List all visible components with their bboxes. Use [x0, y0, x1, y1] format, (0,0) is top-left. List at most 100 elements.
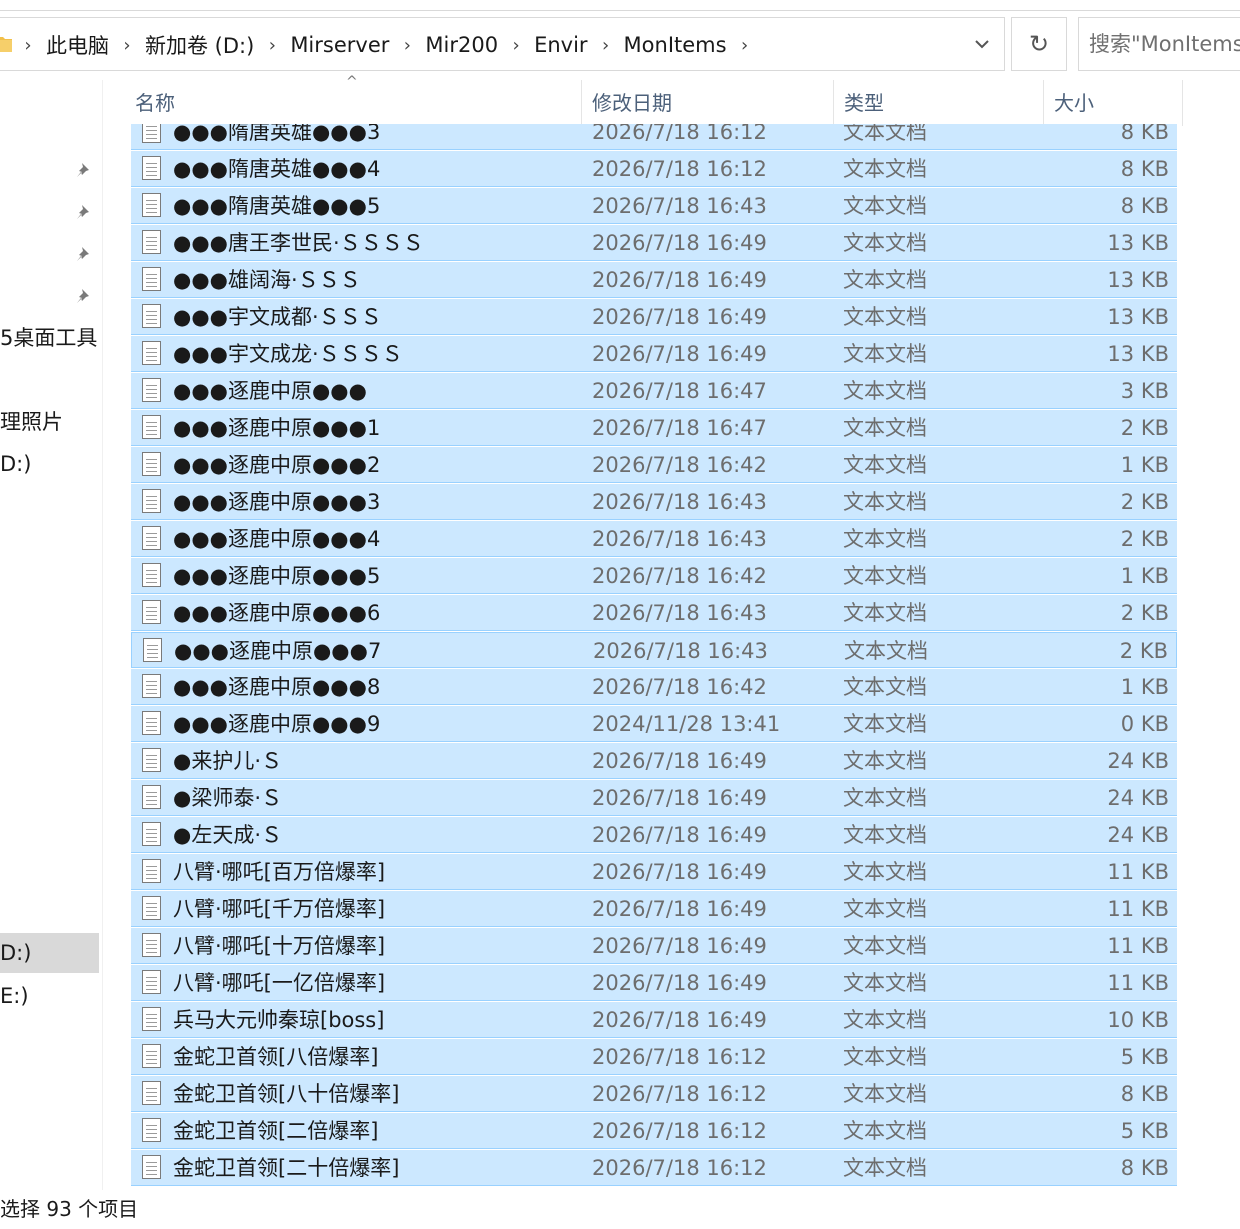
pin-icon[interactable] [74, 286, 94, 306]
file-size: 11 KB [1107, 860, 1169, 884]
column-header-date[interactable]: 修改日期 [582, 80, 833, 126]
chevron-right-icon[interactable]: › [399, 35, 415, 56]
file-size: 24 KB [1107, 823, 1169, 847]
chevron-down-icon[interactable] [960, 18, 1004, 70]
file-size: 11 KB [1107, 971, 1169, 995]
breadcrumb-envir[interactable]: Envir [524, 33, 597, 57]
chevron-right-icon[interactable]: › [20, 35, 36, 56]
chevron-right-icon[interactable]: › [737, 35, 753, 56]
file-name: ●●●逐鹿中原●●●8 [173, 675, 381, 699]
file-name: ●●●逐鹿中原●●●1 [173, 416, 381, 440]
file-row[interactable]: 八臂·哪吒[一亿倍爆率] 2026/7/18 16:49 文本文档 11 KB [131, 965, 1177, 1001]
file-date: 2026/7/18 16:49 [592, 749, 767, 773]
file-type: 文本文档 [843, 971, 927, 995]
nav-item-photos[interactable]: 理照片 [0, 402, 99, 442]
file-row[interactable]: ●●●逐鹿中原●●● 2026/7/18 16:47 文本文档 3 KB [131, 373, 1177, 409]
text-file-icon [142, 415, 161, 439]
column-header-type[interactable]: 类型 [834, 80, 1043, 126]
chevron-right-icon[interactable]: › [508, 35, 524, 56]
column-header-size[interactable]: 大小 [1044, 80, 1182, 126]
file-type: 文本文档 [843, 712, 927, 736]
file-size: 3 KB [1120, 379, 1169, 403]
file-row[interactable]: ●●●雄阔海·ＳＳＳ 2026/7/18 16:49 文本文档 13 KB [131, 262, 1177, 298]
file-row[interactable]: ●●●宇文成都·ＳＳＳ 2026/7/18 16:49 文本文档 13 KB [131, 299, 1177, 335]
file-row[interactable]: 金蛇卫首领[二倍爆率] 2026/7/18 16:12 文本文档 5 KB [131, 1113, 1177, 1149]
file-row[interactable]: 金蛇卫首领[八倍爆率] 2026/7/18 16:12 文本文档 5 KB [131, 1039, 1177, 1075]
file-type: 文本文档 [843, 860, 927, 884]
file-row[interactable]: ●左天成·Ｓ 2026/7/18 16:49 文本文档 24 KB [131, 817, 1177, 853]
file-date: 2024/11/28 13:41 [592, 712, 781, 736]
file-row[interactable]: ●●●逐鹿中原●●●2 2026/7/18 16:42 文本文档 1 KB [131, 447, 1177, 483]
breadcrumb: › 此电脑 › 新加卷 (D:) › Mirserver › Mir200 › … [20, 18, 753, 72]
file-row[interactable]: ●梁师泰·Ｓ 2026/7/18 16:49 文本文档 24 KB [131, 780, 1177, 816]
file-name: 金蛇卫首领[八倍爆率] [173, 1045, 379, 1069]
nav-item-drive-d[interactable]: D:) [0, 933, 99, 973]
nav-item-drive-e[interactable]: E:) [0, 976, 99, 1016]
nav-item-desktop-tools[interactable]: 5桌面工具 [0, 318, 99, 358]
search-input[interactable]: 搜索"MonItems" [1078, 17, 1240, 71]
file-size: 11 KB [1107, 897, 1169, 921]
pin-icon[interactable] [74, 160, 94, 180]
text-file-icon [142, 785, 161, 809]
breadcrumb-this-pc[interactable]: 此电脑 [36, 30, 119, 60]
breadcrumb-volume[interactable]: 新加卷 (D:) [135, 30, 264, 60]
text-file-icon [142, 1155, 161, 1179]
file-size: 5 KB [1120, 1119, 1169, 1143]
file-size: 24 KB [1107, 786, 1169, 810]
file-date: 2026/7/18 16:49 [592, 971, 767, 995]
file-row[interactable]: ●来护儿·Ｓ 2026/7/18 16:49 文本文档 24 KB [131, 743, 1177, 779]
column-divider[interactable] [1182, 80, 1183, 126]
file-row[interactable]: 八臂·哪吒[千万倍爆率] 2026/7/18 16:49 文本文档 11 KB [131, 891, 1177, 927]
file-row[interactable]: 金蛇卫首领[八十倍爆率] 2026/7/18 16:12 文本文档 8 KB [131, 1076, 1177, 1112]
file-row[interactable]: ●●●宇文成龙·ＳＳＳＳ 2026/7/18 16:49 文本文档 13 KB [131, 336, 1177, 372]
file-name: ●●●宇文成龙·ＳＳＳＳ [173, 342, 403, 366]
file-name: ●●●逐鹿中原●●●7 [174, 639, 382, 663]
breadcrumb-monitems[interactable]: MonItems [614, 33, 737, 57]
chevron-right-icon[interactable]: › [598, 35, 614, 56]
file-size: 2 KB [1120, 601, 1169, 625]
address-bar[interactable]: › 此电脑 › 新加卷 (D:) › Mirserver › Mir200 › … [0, 17, 1005, 71]
file-size: 13 KB [1107, 305, 1169, 329]
pin-icon[interactable] [74, 202, 94, 222]
file-row[interactable]: ●●●唐王李世民·ＳＳＳＳ 2026/7/18 16:49 文本文档 13 KB [131, 225, 1177, 261]
file-row-focused[interactable]: ●●●逐鹿中原●●●7 2026/7/18 16:43 文本文档 2 KB [131, 632, 1177, 668]
chevron-right-icon[interactable]: › [264, 35, 280, 56]
file-row[interactable]: ●●●隋唐英雄●●●4 2026/7/18 16:12 文本文档 8 KB [131, 151, 1177, 187]
file-date: 2026/7/18 16:49 [592, 934, 767, 958]
file-row[interactable]: ●●●逐鹿中原●●●4 2026/7/18 16:43 文本文档 2 KB [131, 521, 1177, 557]
file-type: 文本文档 [843, 453, 927, 477]
text-file-icon [142, 156, 161, 180]
file-date: 2026/7/18 16:43 [592, 490, 767, 514]
pane-divider[interactable] [102, 80, 103, 1190]
file-size: 1 KB [1120, 453, 1169, 477]
file-name: 八臂·哪吒[百万倍爆率] [173, 860, 386, 884]
file-row[interactable]: 八臂·哪吒[十万倍爆率] 2026/7/18 16:49 文本文档 11 KB [131, 928, 1177, 964]
text-file-icon [142, 304, 161, 328]
file-row[interactable]: 金蛇卫首领[二十倍爆率] 2026/7/18 16:12 文本文档 8 KB [131, 1150, 1177, 1186]
pin-icon[interactable] [74, 244, 94, 264]
nav-item-drive-d-quick[interactable]: D:) [0, 444, 99, 484]
breadcrumb-mirserver[interactable]: Mirserver [280, 33, 399, 57]
file-row[interactable]: ●●●隋唐英雄●●●5 2026/7/18 16:43 文本文档 8 KB [131, 188, 1177, 224]
refresh-button[interactable]: ↻ [1011, 17, 1067, 71]
file-row[interactable]: ●●●逐鹿中原●●●9 2024/11/28 13:41 文本文档 0 KB [131, 706, 1177, 742]
file-date: 2026/7/18 16:43 [593, 639, 768, 663]
file-row[interactable]: ●●●逐鹿中原●●●8 2026/7/18 16:42 文本文档 1 KB [131, 669, 1177, 705]
file-name: ●梁师泰·Ｓ [173, 786, 282, 810]
chevron-right-icon[interactable]: › [119, 35, 135, 56]
text-file-icon [142, 933, 161, 957]
file-row[interactable]: ●●●逐鹿中原●●●3 2026/7/18 16:43 文本文档 2 KB [131, 484, 1177, 520]
breadcrumb-mir200[interactable]: Mir200 [415, 33, 508, 57]
file-row[interactable]: ●●●逐鹿中原●●●1 2026/7/18 16:47 文本文档 2 KB [131, 410, 1177, 446]
file-row[interactable]: 八臂·哪吒[百万倍爆率] 2026/7/18 16:49 文本文档 11 KB [131, 854, 1177, 890]
file-row[interactable]: 兵马大元帅秦琼[boss] 2026/7/18 16:49 文本文档 10 KB [131, 1002, 1177, 1038]
file-row[interactable]: ●●●逐鹿中原●●●6 2026/7/18 16:43 文本文档 2 KB [131, 595, 1177, 631]
file-row[interactable]: ●●●逐鹿中原●●●5 2026/7/18 16:42 文本文档 1 KB [131, 558, 1177, 594]
text-file-icon [142, 1081, 161, 1105]
file-type: 文本文档 [843, 157, 927, 181]
file-type: 文本文档 [843, 823, 927, 847]
file-row[interactable]: ●●●隋唐英雄●●●3 2026/7/18 16:12 文本文档 8 KB [131, 124, 1177, 150]
column-header-name[interactable]: 名称 [125, 80, 581, 126]
file-type: 文本文档 [843, 1045, 927, 1069]
file-name: ●●●逐鹿中原●●● [173, 379, 367, 403]
